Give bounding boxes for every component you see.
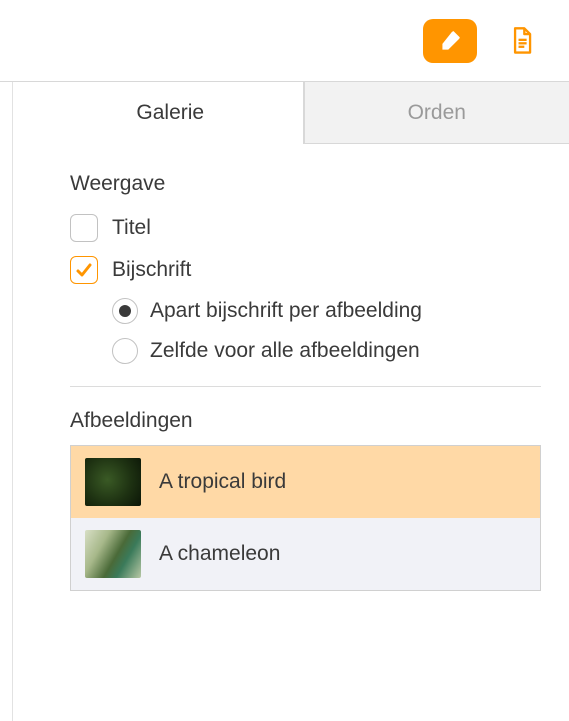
images-heading: Afbeeldingen [70, 409, 541, 433]
tab-bar: Galerie Orden [38, 82, 569, 144]
radio-same-row: Zelfde voor alle afbeeldingen [112, 338, 541, 364]
image-row[interactable]: A tropical bird [71, 446, 540, 518]
image-name-label: A tropical bird [159, 470, 286, 494]
display-heading: Weergave [70, 172, 541, 196]
title-checkbox-label: Titel [112, 216, 151, 240]
image-row[interactable]: A chameleon [71, 518, 540, 590]
caption-checkbox[interactable] [70, 256, 98, 284]
inspector-panel: Galerie Orden Weergave Titel Bijschrift … [12, 82, 569, 721]
title-checkbox[interactable] [70, 214, 98, 242]
format-button[interactable] [423, 19, 477, 63]
document-button[interactable] [495, 19, 549, 63]
image-thumbnail [85, 530, 141, 578]
radio-separate[interactable] [112, 298, 138, 324]
title-checkbox-row: Titel [70, 214, 541, 242]
radio-same[interactable] [112, 338, 138, 364]
tab-arrange[interactable]: Orden [304, 82, 569, 144]
display-section: Weergave Titel Bijschrift Apart bijschri… [38, 144, 569, 364]
image-name-label: A chameleon [159, 542, 280, 566]
image-list: A tropical bird A chameleon [70, 445, 541, 591]
caption-checkbox-row: Bijschrift [70, 256, 541, 284]
caption-mode-radio-group: Apart bijschrift per afbeelding Zelfde v… [70, 298, 541, 364]
toolbar [0, 0, 569, 82]
tab-gallery[interactable]: Galerie [38, 82, 304, 144]
paintbrush-icon [437, 28, 463, 54]
checkmark-icon [74, 260, 94, 280]
radio-separate-row: Apart bijschrift per afbeelding [112, 298, 541, 324]
radio-same-label: Zelfde voor alle afbeeldingen [150, 339, 420, 363]
radio-separate-label: Apart bijschrift per afbeelding [150, 299, 422, 323]
image-thumbnail [85, 458, 141, 506]
radio-dot-icon [119, 305, 131, 317]
caption-checkbox-label: Bijschrift [112, 258, 191, 282]
images-section: Afbeeldingen A tropical bird A chameleon [38, 387, 569, 591]
document-icon [508, 26, 536, 56]
